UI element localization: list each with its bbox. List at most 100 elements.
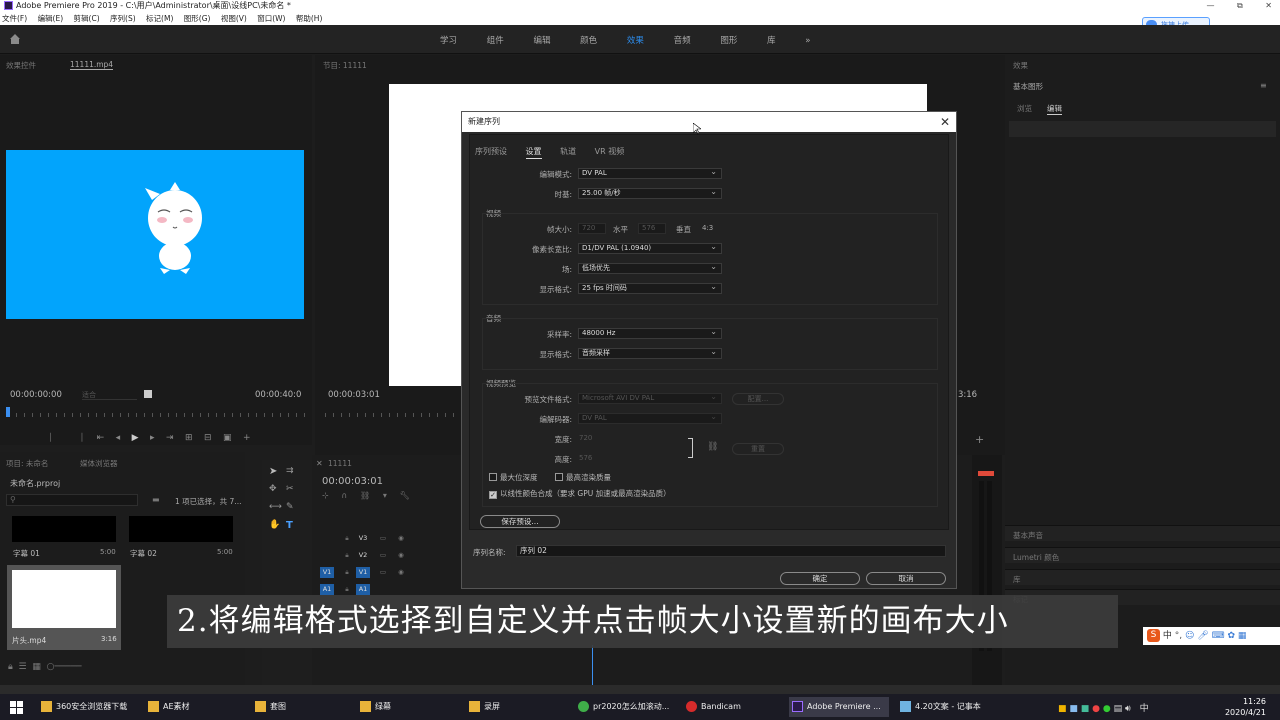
taskbar-item-images[interactable]: 套图	[252, 697, 347, 717]
edit-tab[interactable]: 编辑	[1047, 103, 1062, 115]
track-v3[interactable]: V3	[356, 533, 370, 544]
slip-tool-icon[interactable]: ⟷	[269, 502, 282, 512]
ok-button[interactable]: 确定	[780, 572, 860, 585]
eye-icon[interactable]: ◉	[394, 567, 408, 578]
ripple-edit-tool-icon[interactable]: ✥	[269, 484, 277, 494]
menu-view[interactable]: 视图(V)	[221, 14, 247, 23]
reset-button[interactable]: 重置	[732, 443, 784, 455]
tray-app-icon[interactable]: ■	[1058, 704, 1067, 714]
linked-icon[interactable]: ⛓	[360, 491, 370, 500]
configure-button[interactable]: 配置...	[732, 393, 784, 405]
max-bit-depth-checkbox[interactable]: 最大位深度	[489, 472, 538, 483]
height-value[interactable]: 576	[579, 454, 592, 462]
razor-tool-icon[interactable]: ✂	[286, 484, 294, 494]
menu-window[interactable]: 窗口(W)	[257, 14, 285, 23]
volume-icon[interactable]: 🔊︎	[1125, 704, 1131, 714]
timebase-dropdown[interactable]: 25.00 帧/秒	[578, 188, 722, 199]
ws-tab-color[interactable]: 颜色	[580, 34, 597, 46]
width-value[interactable]: 720	[579, 434, 592, 442]
source-patch-v1[interactable]: V1	[320, 567, 334, 578]
source-timecode[interactable]: 00:00:00:00	[10, 390, 62, 400]
lock-icon[interactable]: 🔒︎	[340, 584, 354, 595]
step-back-icon[interactable]: ◂	[116, 433, 121, 443]
overwrite-icon[interactable]: ⊟	[204, 433, 212, 443]
tray-app-icon[interactable]: ■	[1081, 704, 1090, 714]
source-playhead[interactable]	[6, 407, 10, 417]
source-patch-a1[interactable]: A1	[320, 584, 334, 595]
play-icon[interactable]: ▶	[132, 433, 139, 443]
sync-icon[interactable]: ▭	[376, 567, 390, 578]
wrench-icon[interactable]: 🔧︎	[400, 491, 410, 500]
lock-icon[interactable]: 🔒︎	[340, 550, 354, 561]
wechat-icon[interactable]: ●	[1103, 704, 1111, 714]
taskbar-item-ae-assets[interactable]: AE素材	[145, 697, 245, 717]
taskbar-item-browser-download[interactable]: 360安全浏览器下载	[38, 697, 138, 717]
program-add-button-icon[interactable]: +	[975, 433, 984, 446]
taskbar-item-pr2020[interactable]: pr2020怎么加滚动...	[575, 697, 675, 717]
go-to-in-icon[interactable]: ⇤	[97, 433, 105, 443]
menu-edit[interactable]: 编辑(E)	[38, 14, 64, 23]
project-item-selected[interactable]: 片头.mp4 3:16	[7, 565, 121, 650]
export-frame-icon[interactable]: ▣	[223, 433, 232, 443]
source-clip-tab[interactable]: 11111.mp4	[70, 60, 114, 70]
ws-tab-graphics[interactable]: 图形	[720, 34, 737, 46]
sequence-name-input[interactable]: 序列 02	[516, 545, 946, 557]
ime-language[interactable]: 中	[1163, 631, 1172, 641]
eye-icon[interactable]: ◉	[394, 533, 408, 544]
menu-marker[interactable]: 标记(M)	[146, 14, 173, 23]
menu-clip[interactable]: 剪辑(C)	[74, 14, 100, 23]
ws-tab-learn[interactable]: 学习	[440, 34, 457, 46]
ws-tab-audio[interactable]: 音频	[674, 34, 691, 46]
tab-sequence-presets[interactable]: 序列预设	[475, 147, 507, 156]
snap-icon[interactable]: ∩	[341, 491, 347, 500]
program-ruler[interactable]	[325, 413, 465, 417]
track-select-tool-icon[interactable]: ⇉	[286, 466, 294, 476]
tab-vr-video[interactable]: VR 视频	[595, 147, 625, 156]
taskbar-item-bandicam[interactable]: Bandicam	[683, 697, 783, 717]
maximize-button[interactable]: ⧉	[1237, 1, 1243, 10]
selection-tool-icon[interactable]: ➤	[269, 466, 277, 477]
sync-icon[interactable]: ▭	[376, 533, 390, 544]
sogou-logo-icon[interactable]: S	[1147, 629, 1160, 642]
ws-tab-more[interactable]: »	[805, 36, 810, 46]
icon-view-icon[interactable]: ▦	[32, 662, 41, 672]
meter-clip-indicator[interactable]	[978, 471, 994, 476]
pixel-aspect-dropdown[interactable]: D1/DV PAL (1.0940)	[578, 243, 722, 254]
menu-file[interactable]: 文件(F)	[2, 14, 27, 23]
track-a1[interactable]: A1	[356, 584, 370, 595]
lumetri-header[interactable]: Lumetri 颜色	[1005, 547, 1280, 563]
linear-color-checkbox[interactable]: ✓ 以线性颜色合成（要求 GPU 加速或最高渲染品质）	[489, 488, 671, 499]
library-header[interactable]: 库	[1005, 569, 1280, 585]
skin-icon[interactable]: ✿	[1227, 631, 1235, 641]
preview-format-dropdown[interactable]: Microsoft AVI DV PAL	[578, 393, 722, 404]
ws-tab-assembly[interactable]: 组件	[487, 34, 504, 46]
keyboard-icon[interactable]: ⌨	[1212, 631, 1225, 641]
home-icon[interactable]	[9, 33, 21, 45]
essential-graphics-tab[interactable]: 基本图形	[1013, 81, 1043, 92]
essential-sound-header[interactable]: 基本声音	[1005, 525, 1280, 541]
program-monitor-tab[interactable]: 节目: 11111	[323, 60, 367, 71]
close-tab-icon[interactable]: ✕	[316, 459, 323, 468]
audio-display-dropdown[interactable]: 音频采样	[578, 348, 722, 359]
taskbar-item-premiere[interactable]: Adobe Premiere ...	[789, 697, 889, 717]
fit-dropdown[interactable]: 适合	[82, 390, 137, 400]
track-v1[interactable]: V1	[356, 567, 370, 578]
tray-app-icon[interactable]: ■	[1069, 704, 1078, 714]
microphone-icon[interactable]: 🎤︎	[1197, 631, 1208, 641]
eye-icon[interactable]: ◉	[394, 550, 408, 561]
edit-mode-dropdown[interactable]: DV PAL	[578, 168, 722, 179]
project-tab[interactable]: 项目: 未命名	[6, 458, 48, 469]
track-v2[interactable]: V2	[356, 550, 370, 561]
taskbar-ime-language[interactable]: 中	[1140, 704, 1149, 714]
pen-tool-icon[interactable]: ✎	[286, 502, 294, 512]
toolbox-icon[interactable]: ▦	[1238, 631, 1247, 641]
panel-menu-icon[interactable]: ≡	[1260, 81, 1267, 90]
lock-icon[interactable]: 🔒︎	[340, 533, 354, 544]
network-icon[interactable]: ▤	[1114, 704, 1123, 714]
taskbar-item-notepad[interactable]: 4.20文案 - 记事本	[897, 697, 997, 717]
menu-sequence[interactable]: 序列(S)	[110, 14, 136, 23]
marker-icon[interactable]: ▾	[383, 491, 387, 500]
graphics-layer-list[interactable]	[1009, 121, 1276, 137]
display-format-dropdown[interactable]: 25 fps 时间码	[578, 283, 722, 294]
close-window-button[interactable]: ✕	[1265, 1, 1272, 10]
